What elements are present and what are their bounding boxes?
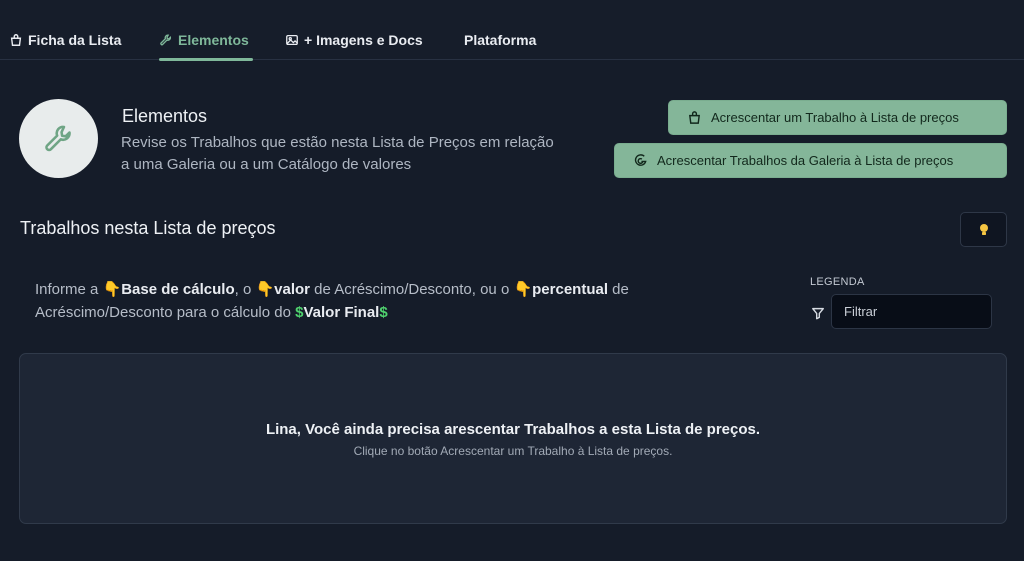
tips-button[interactable]: [960, 212, 1007, 247]
instructions-text: Informe a 👇Base de cálculo, o 👇valor de …: [35, 278, 735, 324]
tab-elementos[interactable]: Elementos: [159, 32, 253, 61]
tab-plataforma[interactable]: Plataforma: [464, 32, 536, 60]
add-from-gallery-button[interactable]: Acrescentar Trabalhos da Galeria à Lista…: [614, 143, 1007, 178]
tab-ficha-da-lista[interactable]: Ficha da Lista: [9, 32, 121, 60]
filter-input[interactable]: [831, 294, 992, 329]
bag-icon: [10, 34, 22, 46]
tab-label: + Imagens e Docs: [304, 32, 423, 48]
header-avatar: [19, 99, 98, 178]
add-from-gallery-label: Acrescentar Trabalhos da Galeria à Lista…: [657, 153, 954, 168]
dollar-icon: $: [379, 304, 388, 321]
info-bold-valor: valor: [274, 281, 311, 298]
wrench-icon: [44, 125, 71, 151]
tab-bar: Ficha da Lista Elementos + Imagens e Doc…: [0, 0, 1024, 61]
empty-state-title: Lina, Você ainda precisa arescentar Trab…: [265, 421, 761, 438]
bag-icon: [689, 111, 700, 124]
info-text: , o: [234, 281, 256, 298]
info-text: de Acréscimo/Desconto, ou o: [310, 281, 514, 298]
tab-imagens-e-docs[interactable]: + Imagens e Docs: [285, 32, 423, 60]
page-description: Revise os Trabalhos que estão nesta List…: [121, 134, 554, 173]
lightbulb-icon: [979, 223, 988, 235]
add-work-label: Acrescentar um Trabalho à Lista de preço…: [711, 110, 959, 125]
page-title: Elementos: [122, 106, 208, 126]
filter-icon: [812, 307, 824, 320]
section-title: Trabalhos nesta Lista de preços: [20, 218, 276, 238]
info-bold-valor-final: Valor Final: [303, 304, 380, 321]
gallery-icon: [634, 154, 647, 166]
add-work-button[interactable]: Acrescentar um Trabalho à Lista de preço…: [668, 100, 1007, 135]
info-text: Informe a: [35, 281, 103, 298]
wrench-icon: [160, 34, 172, 46]
hand-down-icon: 👇: [102, 281, 122, 298]
info-bold-percentual: percentual: [532, 281, 608, 298]
empty-state-panel: Lina, Você ainda precisa arescentar Trab…: [19, 353, 1007, 524]
tab-label: Plataforma: [464, 32, 537, 48]
hand-down-icon: 👇: [513, 281, 533, 298]
legend-label: LEGENDA: [810, 276, 865, 288]
empty-state-subtitle: Clique no botão Acrescentar um Trabalho …: [353, 444, 673, 458]
tab-label: Elementos: [178, 32, 249, 48]
tab-label: Ficha da Lista: [28, 32, 122, 48]
image-icon: [286, 34, 298, 46]
hand-down-icon: 👇: [255, 281, 275, 298]
info-bold-base: Base de cálculo: [121, 281, 235, 298]
